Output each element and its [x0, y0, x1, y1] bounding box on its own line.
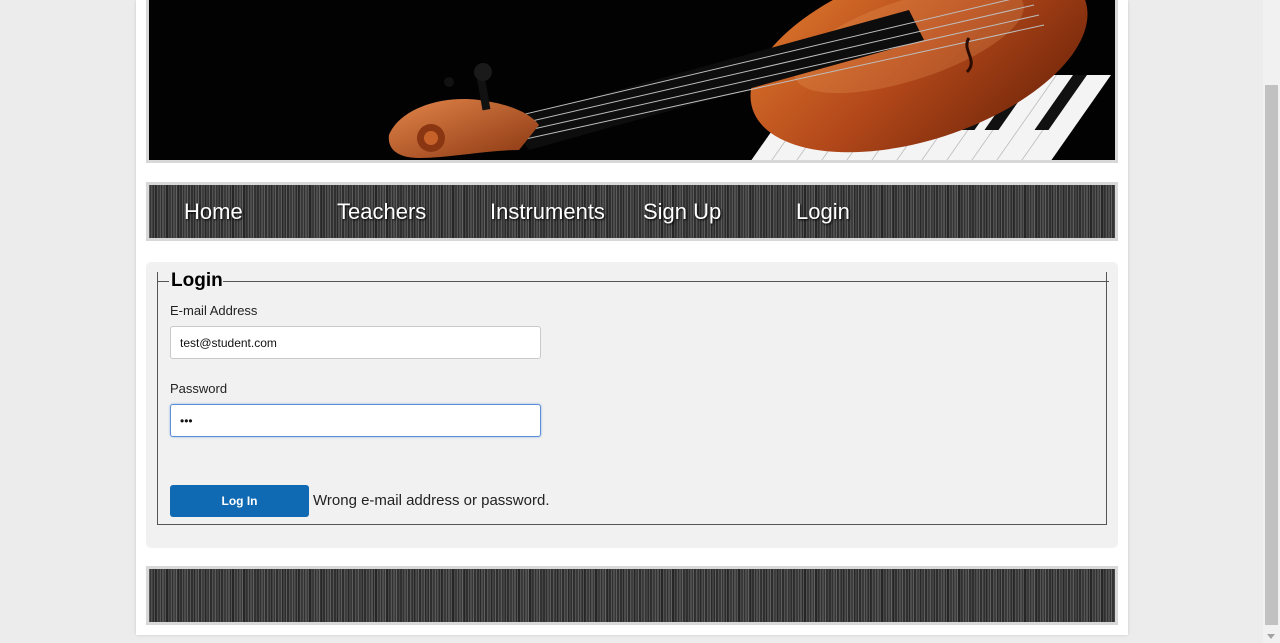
vertical-scrollbar[interactable]: [1263, 0, 1280, 643]
login-title: Login: [171, 270, 223, 291]
chevron-down-icon[interactable]: [1267, 634, 1275, 639]
nav-item-login[interactable]: Login: [796, 185, 850, 238]
footer-bar: [149, 569, 1115, 622]
email-label: E-mail Address: [170, 303, 258, 318]
email-input[interactable]: [170, 326, 541, 359]
nav-item-instruments[interactable]: Instruments: [490, 185, 605, 238]
scrollbar-thumb[interactable]: [1265, 85, 1278, 625]
login-form: Login E-mail Address Password Log In Wro…: [157, 270, 1109, 525]
footer: [146, 566, 1118, 625]
nav-item-teachers[interactable]: Teachers: [337, 185, 426, 238]
nav-bar: Home Teachers Instruments Sign Up Login: [149, 185, 1115, 238]
page-container: Home Teachers Instruments Sign Up Login …: [136, 0, 1128, 635]
login-section: Login E-mail Address Password Log In Wro…: [146, 262, 1118, 548]
login-legend: Login: [157, 270, 1109, 292]
nav-item-home[interactable]: Home: [184, 185, 243, 238]
nav-item-sign-up[interactable]: Sign Up: [643, 185, 721, 238]
legend-divider-right: [223, 281, 1109, 282]
log-in-button[interactable]: Log In: [170, 485, 309, 517]
header-banner: [146, 0, 1118, 163]
legend-divider-left: [157, 281, 169, 282]
violin-piano-image: [149, 0, 1115, 160]
password-input[interactable]: [170, 404, 541, 437]
error-message: Wrong e-mail address or password.: [313, 492, 550, 509]
password-label: Password: [170, 381, 228, 396]
main-navigation: Home Teachers Instruments Sign Up Login: [146, 182, 1118, 241]
